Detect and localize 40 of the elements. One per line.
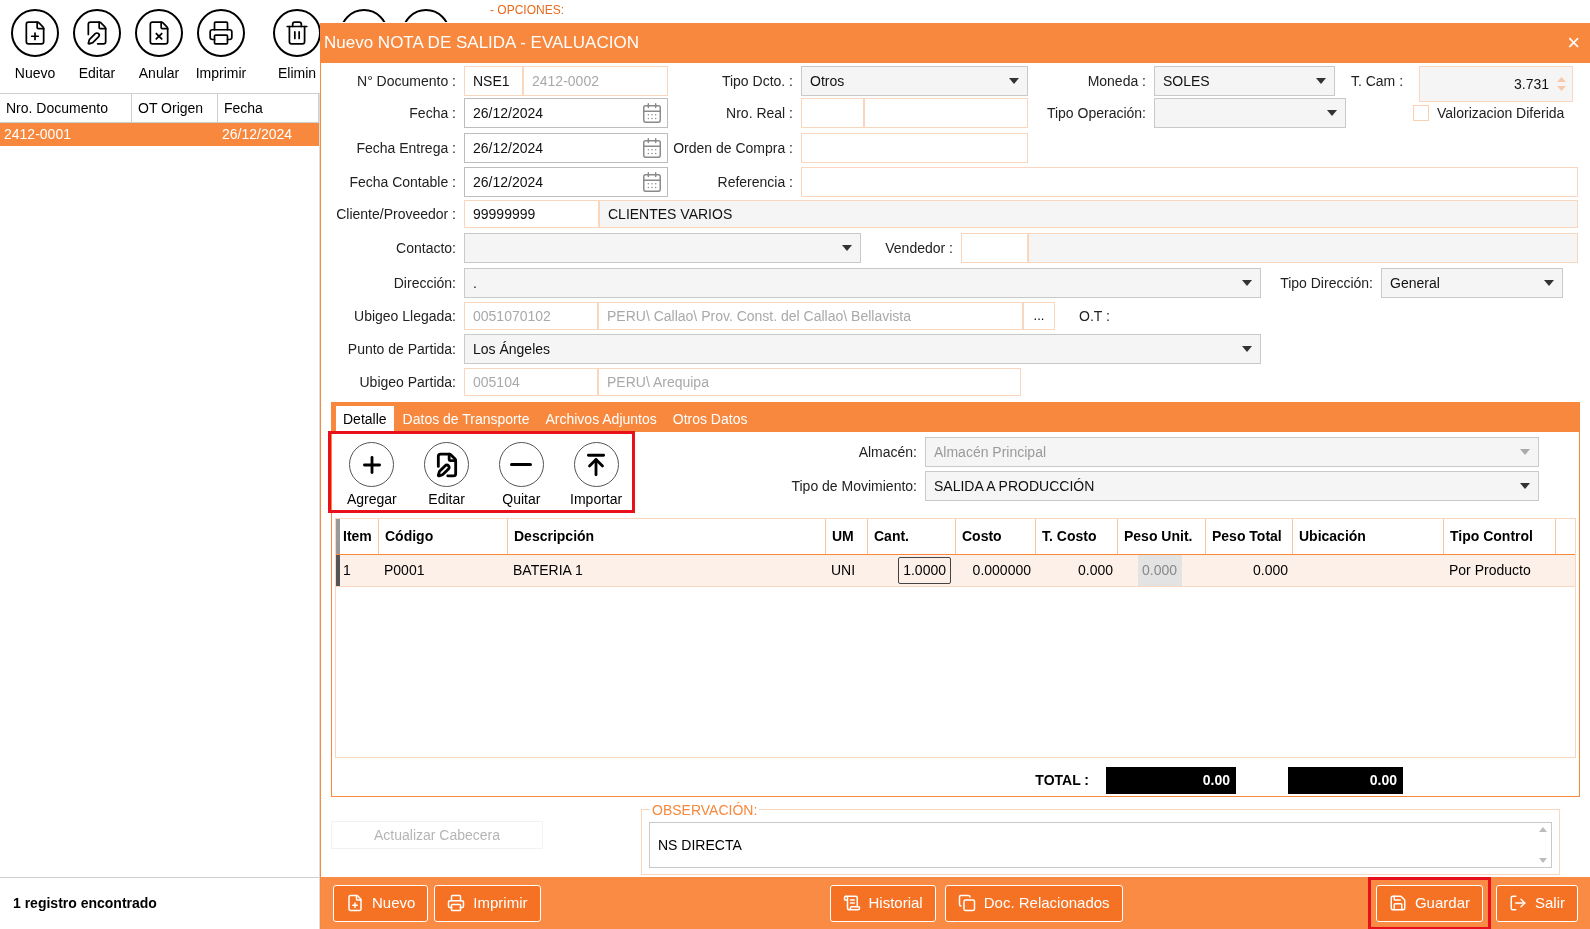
field-label: Tipo Operación: [1046,105,1146,121]
field-label: T. Cam : [1350,73,1404,89]
table-cell-text: 26/12/2024 [222,125,293,144]
field-label: Contacto: [396,240,456,256]
table-cell-text: P0001 [384,561,425,581]
checkbox-label: Valorizacion Diferida [1437,103,1565,123]
field-label: Orden de Compra : [673,140,793,156]
field-label: Fecha : [409,105,456,121]
field-label: Tipo Dirección: [1280,275,1373,291]
field-label: Referencia : [717,174,793,190]
window-title: Nuevo NOTA DE SALIDA - EVALUACION [324,32,639,55]
field-label: Nro. Real : [726,105,793,121]
table-cell-text: 0.000 [1077,561,1113,581]
status-text: 1 registro encontrado [13,894,157,913]
table-cell-text: 2412-0001 [4,125,71,144]
field-label: N° Documento : [357,73,456,89]
field-label: Tipo Dcto. : [721,73,793,89]
total-value: 0.00 [1106,766,1236,794]
field-label: Dirección: [393,275,456,291]
field-label: O.T : [1079,306,1110,326]
field-label: Fecha Entrega : [356,140,456,156]
table-cell-text: UNI [831,561,856,581]
field-label: Vendedor : [885,240,953,256]
field-label: Ubigeo Llegada: [354,308,456,324]
field-label: Almacén: [858,444,917,461]
field-label: Tipo de Movimiento: [791,478,917,495]
field-label: Cliente/Proveedor : [336,206,456,222]
table-cell-text: BATERIA 1 [513,561,583,581]
table-cell-text: 0.000 [1252,561,1288,581]
field-label: Punto de Partida: [347,341,456,357]
field-label: Ubigeo Partida: [359,374,456,390]
total-value: 0.00 [1288,766,1403,794]
section-label: - OPCIONES: [490,3,564,17]
total-label: TOTAL : [1034,770,1089,790]
table-cell-text: 0.000 [1141,561,1177,581]
field-label: Fecha Contable : [349,174,456,190]
table-cell-text: Por Producto [1449,561,1531,581]
field-label: Moneda : [1087,73,1146,89]
table-cell-text: 1 [343,561,351,581]
table-cell-text: 0.000000 [972,561,1031,581]
